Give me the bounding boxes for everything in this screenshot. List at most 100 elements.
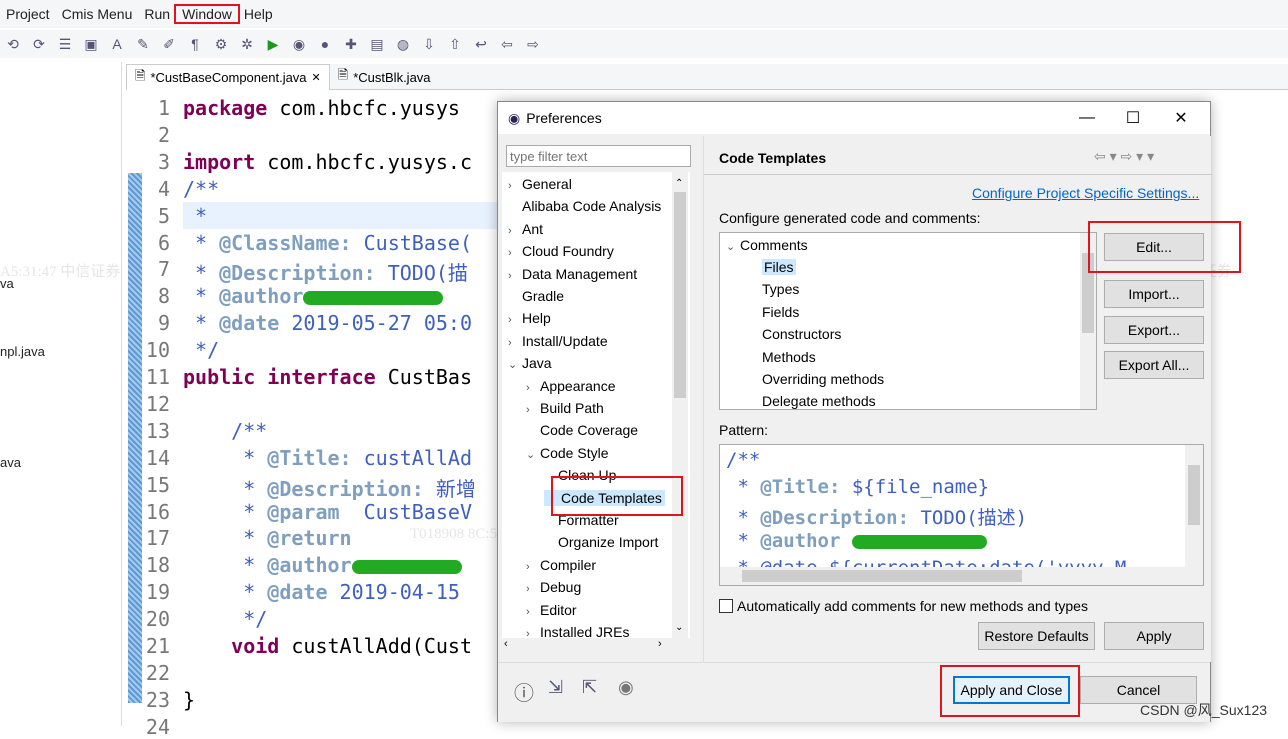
font-icon[interactable]: A: [108, 36, 126, 52]
minimize-button[interactable]: —: [1064, 102, 1110, 134]
back-arrow-icon[interactable]: ⇦: [498, 36, 516, 53]
list-icon[interactable]: ☰: [56, 36, 74, 53]
run-icon[interactable]: ▶: [264, 36, 282, 53]
tree-item[interactable]: Organize Import: [544, 534, 658, 550]
tree-item[interactable]: › Cloud Foundry: [508, 243, 614, 259]
code-line: * @Description: TODO(描: [183, 261, 468, 286]
tree-item[interactable]: › Install/Update: [508, 333, 608, 349]
apply-button[interactable]: Apply: [1104, 622, 1204, 650]
tree-item[interactable]: › Compiler: [526, 557, 596, 573]
export-prefs-icon[interactable]: ⇱: [582, 677, 597, 698]
line-number: 12: [145, 391, 170, 416]
line-number: 20: [145, 607, 170, 632]
tab-custbasecomponent[interactable]: 🗎 *CustBaseComponent.java ✕: [126, 64, 330, 90]
globe-icon[interactable]: ◍: [394, 36, 412, 53]
tree-item[interactable]: Code Coverage: [526, 422, 638, 438]
restore-defaults-button[interactable]: Restore Defaults: [978, 622, 1095, 650]
nav-up-icon[interactable]: ⇧: [446, 36, 464, 53]
menu-run[interactable]: Run: [138, 6, 176, 22]
template-item[interactable]: Overriding methods: [762, 371, 884, 387]
expand-icon[interactable]: ›: [508, 225, 522, 237]
pattern-vscrollbar[interactable]: [1185, 445, 1203, 567]
nav-down-icon[interactable]: ⇩: [420, 36, 438, 53]
template-item[interactable]: Files: [762, 259, 796, 275]
java-file-icon: 🗎: [135, 67, 146, 83]
tree-item[interactable]: › Ant: [508, 221, 543, 237]
tree-item-comments[interactable]: ⌄ Comments: [726, 237, 808, 253]
template-item[interactable]: Methods: [762, 349, 816, 365]
expand-icon[interactable]: ›: [508, 247, 522, 259]
tree-item-label: Build Path: [540, 400, 604, 416]
menu-window[interactable]: Window: [174, 4, 240, 24]
brush-icon[interactable]: ✐: [160, 36, 178, 53]
menu-help[interactable]: Help: [238, 6, 279, 22]
prev-edit-icon[interactable]: ↩: [472, 36, 490, 53]
external-tools-icon[interactable]: ●: [316, 36, 334, 52]
tree-item[interactable]: › Editor: [526, 602, 577, 618]
expand-icon[interactable]: ›: [526, 561, 540, 573]
tree-scrollbar[interactable]: ⌃ ⌄: [672, 172, 688, 642]
expand-icon[interactable]: ›: [526, 606, 540, 618]
export-all-button[interactable]: Export All...: [1104, 351, 1204, 379]
refresh-icon[interactable]: ⟳: [30, 36, 48, 53]
checkbox[interactable]: [719, 599, 733, 613]
pattern-editor[interactable]: /** * @Title: ${file_name} * @Descriptio…: [719, 444, 1204, 586]
nav-back-forward[interactable]: ⇦ ▾ ⇨ ▾ ▾: [1094, 148, 1154, 165]
menu-project[interactable]: Project: [0, 6, 56, 22]
record-icon[interactable]: ◉: [618, 677, 634, 698]
template-item[interactable]: Delegate methods: [762, 393, 876, 409]
divider: [704, 174, 1212, 175]
expand-icon[interactable]: ›: [508, 270, 522, 282]
expand-icon[interactable]: ›: [526, 404, 540, 416]
folder-icon[interactable]: ▤: [368, 36, 386, 53]
tree-item[interactable]: › Appearance: [526, 378, 616, 394]
menu-cmis[interactable]: Cmis Menu: [56, 6, 139, 22]
line-number: 23: [145, 687, 170, 712]
code-line: *: [183, 203, 208, 228]
back-icon[interactable]: ⟲: [4, 36, 22, 53]
tree-item[interactable]: ava: [0, 455, 21, 470]
tab-custblk[interactable]: 🗎 *CustBlk.java: [330, 64, 439, 90]
expand-icon[interactable]: ›: [508, 337, 522, 349]
import-button[interactable]: Import...: [1104, 280, 1204, 308]
close-button[interactable]: ✕: [1158, 102, 1204, 134]
expand-icon[interactable]: ›: [508, 314, 522, 326]
template-item[interactable]: Fields: [762, 304, 799, 320]
pattern-hscrollbar[interactable]: [720, 567, 1203, 585]
help-icon[interactable]: ⓘ: [514, 677, 534, 706]
tree-item[interactable]: Alibaba Code Analysis: [508, 198, 661, 214]
expand-icon[interactable]: ›: [526, 382, 540, 394]
expand-icon[interactable]: ⌄: [526, 448, 540, 461]
close-icon[interactable]: ✕: [312, 71, 321, 84]
tree-item[interactable]: Gradle: [508, 288, 564, 304]
expand-icon[interactable]: ⌄: [508, 358, 522, 371]
tree-item[interactable]: › Data Management: [508, 266, 637, 282]
template-item[interactable]: Types: [762, 281, 799, 297]
tree-item[interactable]: › General: [508, 176, 572, 192]
image-icon[interactable]: ▣: [82, 36, 100, 53]
filter-input[interactable]: [506, 145, 691, 167]
settings-icon[interactable]: ⚙: [212, 36, 230, 53]
tree-item[interactable]: › Build Path: [526, 400, 604, 416]
tree-item[interactable]: npl.java: [0, 344, 45, 359]
tree-item[interactable]: ⌄ Java: [508, 355, 552, 371]
auto-comments-checkbox[interactable]: Automatically add comments for new metho…: [719, 598, 1088, 614]
paragraph-icon[interactable]: ¶: [186, 36, 204, 52]
export-button[interactable]: Export...: [1104, 316, 1204, 344]
tree-item[interactable]: › Debug: [526, 579, 581, 595]
forward-arrow-icon[interactable]: ⇨: [524, 36, 542, 53]
java-file-icon: 🗎: [337, 67, 349, 82]
template-item[interactable]: Constructors: [762, 326, 841, 342]
expand-icon[interactable]: ›: [508, 180, 522, 192]
expand-icon[interactable]: ›: [526, 583, 540, 595]
new-icon[interactable]: ✚: [342, 36, 360, 53]
pin-icon[interactable]: ✎: [134, 36, 152, 53]
coverage-icon[interactable]: ◉: [290, 36, 308, 53]
maximize-button[interactable]: ☐: [1110, 102, 1156, 134]
debug-icon[interactable]: ✲: [238, 36, 256, 53]
configure-project-settings-link[interactable]: Configure Project Specific Settings...: [972, 185, 1199, 201]
import-prefs-icon[interactable]: ⇲: [548, 677, 563, 698]
tree-item[interactable]: › Help: [508, 310, 551, 326]
tree-item[interactable]: ⌄ Code Style: [526, 445, 608, 461]
tree-hscrollbar[interactable]: ‹ ›: [502, 638, 690, 656]
